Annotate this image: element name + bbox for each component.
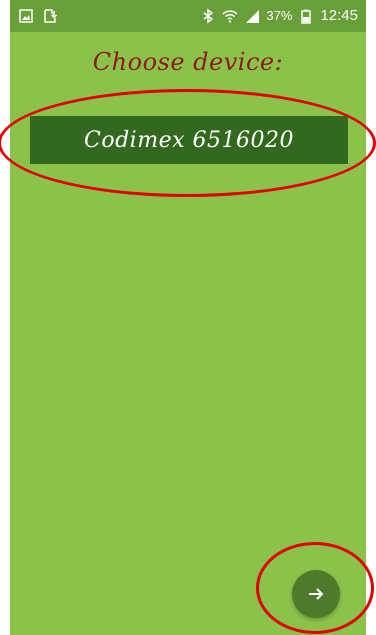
signal-icon xyxy=(246,10,260,23)
page-title: Choose device: xyxy=(92,48,284,76)
battery-percent: 37% xyxy=(266,8,293,23)
download-icon xyxy=(44,9,58,23)
battery-icon xyxy=(301,9,312,24)
status-bar: 37% 12:45 xyxy=(10,0,366,32)
wifi-icon xyxy=(222,10,238,23)
next-button[interactable] xyxy=(292,570,340,618)
bluetooth-icon xyxy=(203,8,214,24)
app-screen: 37% 12:45 Choose device: Codimex 6516020 xyxy=(10,0,366,635)
device-button-codimex[interactable]: Codimex 6516020 xyxy=(30,116,348,164)
arrow-right-icon xyxy=(309,588,324,600)
clock: 12:45 xyxy=(320,7,358,24)
device-label: Codimex 6516020 xyxy=(84,127,294,153)
gallery-icon xyxy=(19,9,33,23)
